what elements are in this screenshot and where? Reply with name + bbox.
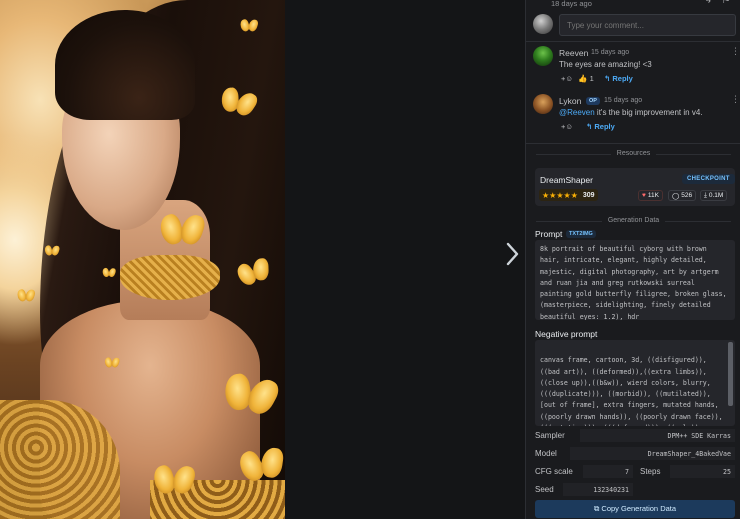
butterfly-icon [161, 215, 203, 248]
divider [526, 41, 740, 42]
post-time: 18 days ago [551, 0, 592, 8]
downloads-stat: ⤓ 0.1M [700, 190, 728, 201]
add-reaction-icon[interactable]: +☺ [561, 122, 573, 131]
copy-icon: ⧉ [593, 504, 600, 513]
rating-count: 309 [582, 191, 595, 199]
model-value: DreamShaper_4BakedVae [570, 447, 735, 460]
butterfly-icon [154, 466, 193, 497]
details-panel: 18 days ago ⤷ ⚑ × Reeven 15 days ago ⋮ T… [525, 0, 740, 519]
image-hair-front [55, 10, 195, 120]
image-choker [120, 255, 220, 300]
generation-data-heading: Generation Data [526, 217, 740, 224]
reply-icon: ↰ [586, 122, 593, 131]
comment-author[interactable]: Lykon [559, 96, 581, 106]
add-reaction-icon[interactable]: +☺ [561, 74, 573, 83]
share-icon[interactable]: ⤷ [701, 0, 715, 8]
flag-icon[interactable]: ⚑ [719, 0, 733, 8]
negative-prompt-text[interactable]: canvas frame, cartoon, 3d, ((disfigured)… [535, 340, 735, 426]
negative-prompt-label: Negative prompt [535, 329, 598, 339]
sampler-label: Sampler [535, 431, 565, 440]
butterfly-icon [103, 268, 116, 278]
txt2img-badge: TXT2IMG [566, 230, 596, 238]
comment-reactions: +☺ 👍 1 [561, 74, 594, 83]
more-options-icon[interactable]: ⋮ [731, 94, 740, 105]
avatar[interactable] [533, 46, 553, 66]
heart-icon: ♥ [642, 192, 646, 199]
steps-label: Steps [640, 467, 661, 476]
thumbs-up-icon: 👍 [578, 74, 588, 83]
model-label: Model [535, 449, 557, 458]
butterfly-icon [238, 446, 285, 486]
comment-bubble-icon: ◯ [672, 192, 680, 200]
steps-value: 25 [670, 465, 735, 478]
image-backdrop [285, 0, 525, 519]
op-badge: OP [586, 97, 600, 105]
butterfly-icon [241, 19, 258, 32]
comment-reactions: +☺ [561, 122, 573, 131]
comment-time: 15 days ago [591, 49, 630, 56]
cfg-value: 7 [583, 465, 633, 478]
download-icon: ⤓ [704, 191, 707, 199]
prompt-text[interactable]: 8k portrait of beautiful cyborg with bro… [535, 240, 735, 320]
reaction-chip[interactable]: 👍 1 [578, 74, 594, 83]
comment-input[interactable] [559, 14, 736, 36]
image-viewer: 18 days ago ⤷ ⚑ × Reeven 15 days ago ⋮ T… [0, 0, 740, 519]
seed-row: Seed 132340231 [535, 483, 735, 497]
comment-author[interactable]: Reeven [559, 48, 588, 58]
sampler-row: Sampler DPM++ SDE Karras [535, 429, 735, 443]
current-user-avatar [533, 14, 553, 34]
comment-time: 15 days ago [604, 97, 643, 104]
star-rating-icon: ★★★★★ [542, 190, 578, 200]
divider [526, 143, 740, 144]
prompt-label: Prompt [535, 229, 563, 239]
butterfly-icon [105, 358, 119, 369]
rating: ★★★★★ 309 [539, 189, 598, 201]
post-header: 18 days ago ⤷ ⚑ × [551, 0, 740, 8]
cfg-steps-row: CFG scale 7 Steps 25 [535, 465, 735, 479]
sampler-value: DPM++ SDE Karras [580, 429, 735, 442]
avatar[interactable] [533, 94, 553, 114]
seed-label: Seed [535, 485, 554, 494]
resources-heading: Resources [526, 150, 740, 157]
comments-stat: ◯ 526 [668, 190, 697, 201]
scrollbar[interactable] [728, 342, 733, 406]
butterfly-icon [222, 372, 279, 420]
resource-type-badge: CHECKPOINT [682, 174, 735, 184]
cfg-label: CFG scale [535, 467, 573, 476]
reply-button[interactable]: ↰ Reply [586, 122, 615, 131]
butterfly-icon [45, 246, 59, 257]
likes-stat: ♥ 11K [638, 190, 663, 201]
user-mention[interactable]: @Reeven [559, 108, 595, 117]
resource-card[interactable]: DreamShaper CHECKPOINT ★★★★★ 309 ♥ 11K ◯… [535, 168, 735, 206]
reaction-count: 1 [589, 74, 594, 83]
model-row: Model DreamShaper_4BakedVae [535, 447, 735, 461]
resource-name[interactable]: DreamShaper [540, 175, 593, 185]
next-image-arrow-icon[interactable] [500, 240, 524, 268]
reply-icon: ↰ [604, 74, 611, 83]
post-image[interactable] [0, 0, 285, 519]
comment-text: @Reeven it's the big improvement in v4. [559, 108, 703, 117]
seed-value: 132340231 [563, 483, 633, 496]
more-options-icon[interactable]: ⋮ [731, 46, 740, 57]
reply-button[interactable]: ↰ Reply [604, 74, 633, 83]
butterfly-icon [18, 289, 35, 302]
copy-generation-data-button[interactable]: ⧉ Copy Generation Data [535, 500, 735, 518]
comment-text: The eyes are amazing! <3 [559, 60, 652, 69]
